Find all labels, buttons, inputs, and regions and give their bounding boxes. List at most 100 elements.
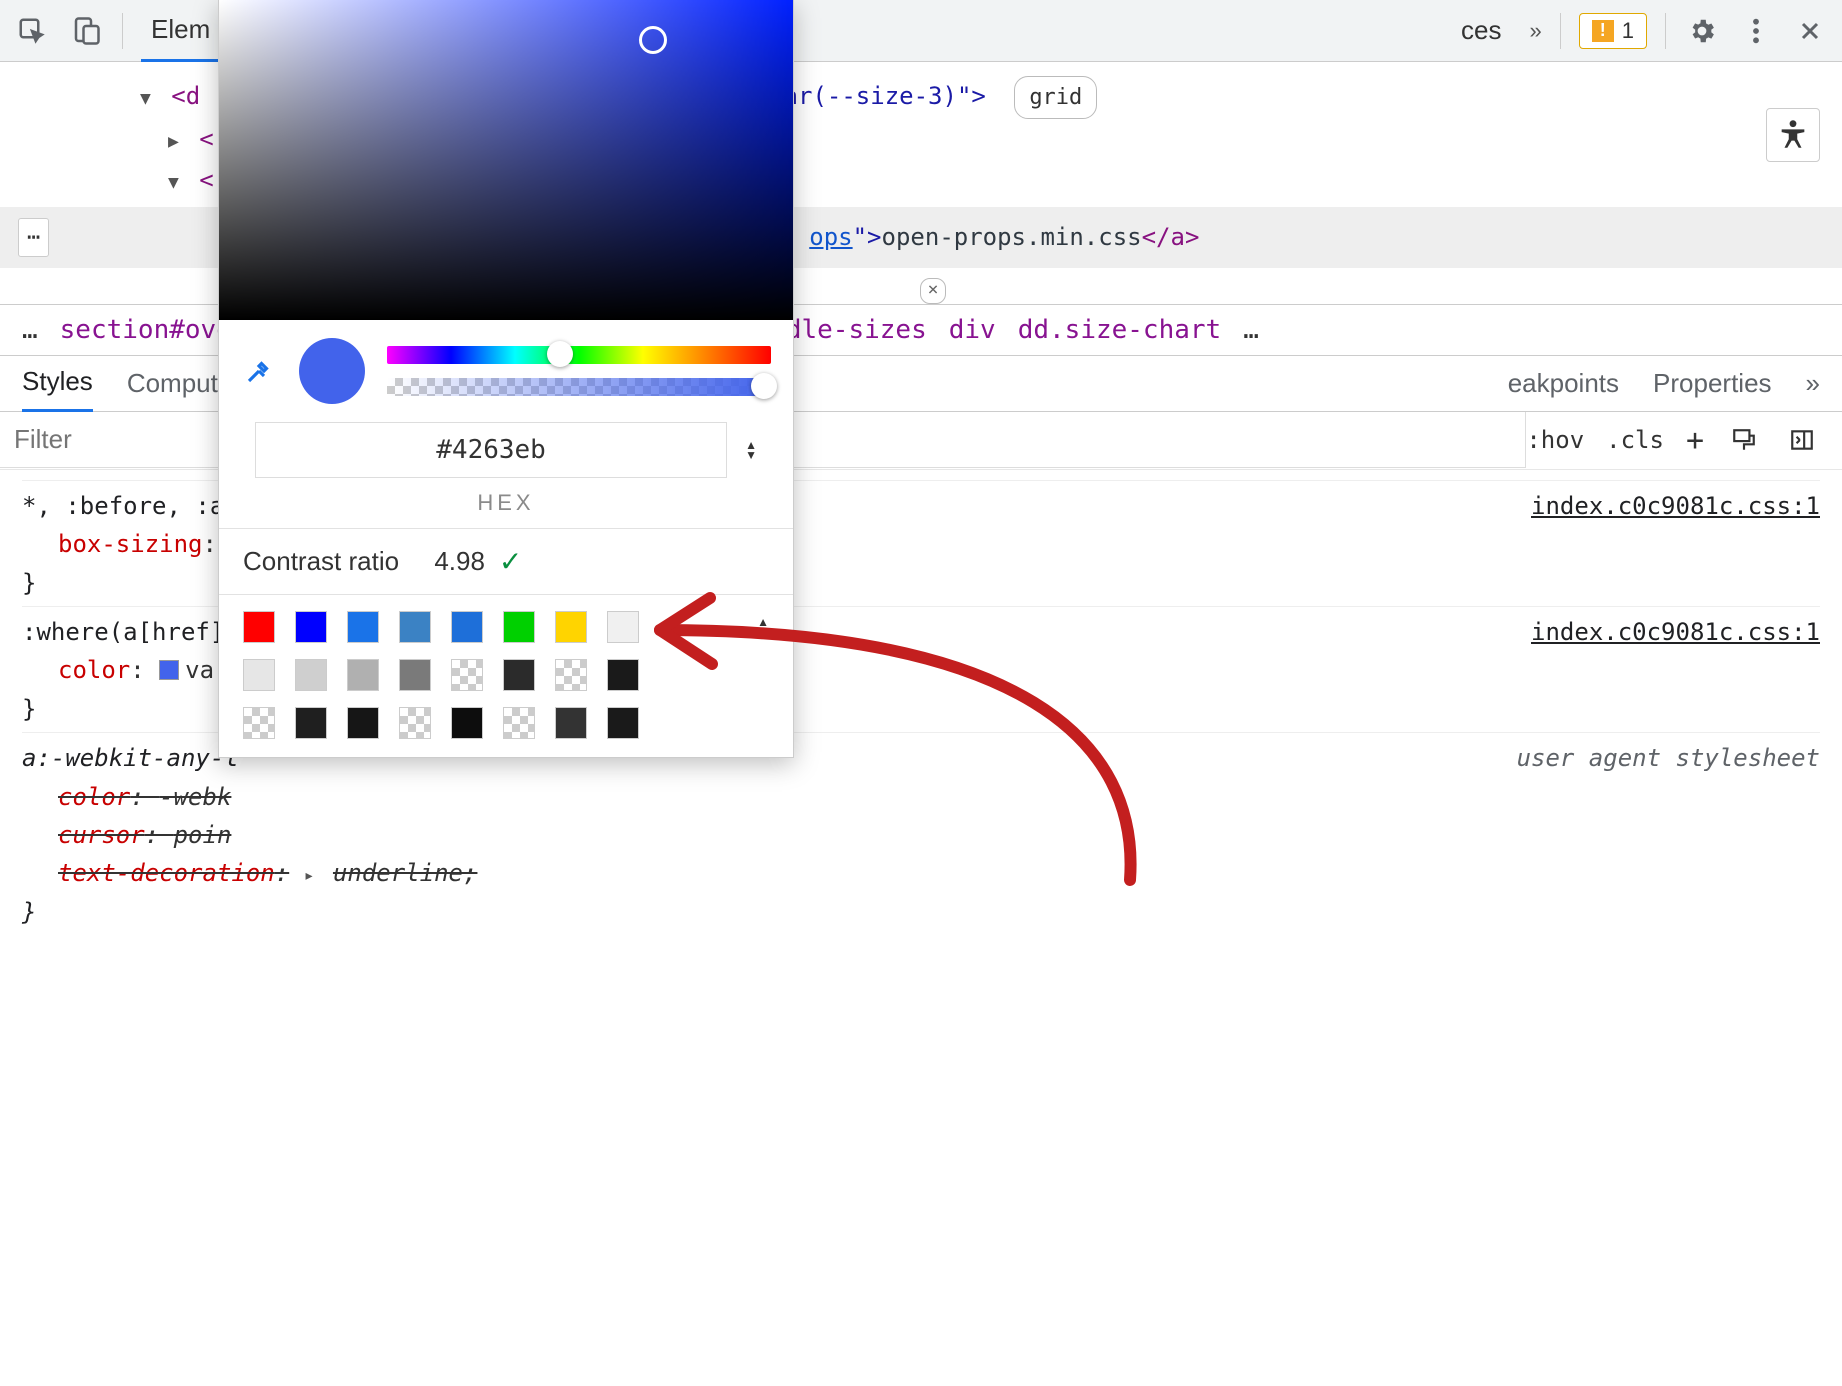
palette-swatch[interactable] [607, 659, 639, 691]
breadcrumb-item[interactable]: dle-sizes [786, 315, 927, 345]
css-property: color [58, 783, 130, 811]
source-link[interactable]: index.c0c9081c.css:1 [1531, 487, 1820, 525]
dom-tag-close: </a> [1142, 217, 1200, 258]
css-selector[interactable]: :where(a[href]) [22, 618, 239, 646]
expand-triangle-down-icon[interactable]: ▼ [168, 172, 179, 193]
css-property[interactable]: box-sizing [58, 530, 203, 558]
warning-icon: ! [1592, 20, 1614, 42]
kebab-menu-icon[interactable] [1738, 13, 1774, 49]
palette-swatch[interactable] [295, 659, 327, 691]
color-picker-popover: ▲▼ HEX Contrast ratio 4.98 ✓ ▲▼ [218, 0, 794, 758]
palette-swatch[interactable] [451, 611, 483, 643]
palette-swatch[interactable] [555, 707, 587, 739]
alpha-thumb[interactable] [751, 373, 777, 399]
palette-swatch[interactable] [607, 611, 639, 643]
palette-swatch[interactable] [451, 707, 483, 739]
css-property[interactable]: color [58, 656, 130, 684]
close-icon[interactable] [1792, 13, 1828, 49]
saturation-cursor[interactable] [639, 26, 667, 54]
dom-node[interactable]: < [199, 125, 213, 153]
expand-triangle-down-icon[interactable]: ▼ [140, 88, 151, 109]
more-tabs-chevron[interactable]: » [1530, 18, 1542, 44]
hue-slider[interactable] [387, 346, 771, 364]
format-spinner[interactable]: ▲▼ [745, 440, 757, 460]
color-swatch[interactable] [159, 660, 179, 680]
css-property: cursor [58, 821, 145, 849]
source-link[interactable]: index.c0c9081c.css:1 [1531, 613, 1820, 651]
dom-attr-link[interactable]: ops [809, 217, 852, 258]
css-rule-ua[interactable]: user agent stylesheet a:-webkit-any-l co… [22, 732, 1820, 931]
color-format-label: HEX [219, 490, 793, 528]
palette-swatch[interactable] [607, 707, 639, 739]
palette-swatch[interactable] [503, 611, 535, 643]
dom-node[interactable]: < [199, 166, 213, 194]
tab-styles[interactable]: Styles [22, 354, 93, 412]
css-selector[interactable]: a:-webkit-any-l [22, 744, 239, 772]
palette-row: ▲▼ [243, 611, 769, 643]
tab-computed[interactable]: Comput [127, 356, 218, 411]
hex-input[interactable] [255, 422, 727, 478]
palette-swatch[interactable] [399, 659, 431, 691]
palette-swatch[interactable] [555, 611, 587, 643]
palette-swatch[interactable] [399, 611, 431, 643]
breadcrumb-more-right[interactable]: … [1243, 315, 1259, 345]
expand-triangle-right-icon[interactable]: ▶ [168, 131, 179, 152]
palette-swatch[interactable] [503, 659, 535, 691]
accessibility-icon[interactable] [1766, 108, 1820, 162]
dom-node[interactable]: <d [171, 82, 200, 110]
breadcrumb-item[interactable]: dd.size-chart [1018, 315, 1222, 345]
palette-swatch[interactable] [399, 707, 431, 739]
toolbar-divider [1665, 13, 1666, 49]
toolbar-divider [1560, 13, 1561, 49]
breadcrumb-item[interactable]: section#ove [60, 315, 232, 345]
hov-toggle[interactable]: :hov [1526, 426, 1584, 454]
palette-swatch[interactable] [243, 707, 275, 739]
palette-row [243, 707, 769, 739]
dom-text: "> [853, 217, 882, 258]
eyedropper-icon[interactable] [241, 353, 277, 389]
inspect-icon[interactable] [14, 13, 50, 49]
tab-sources-partial[interactable]: ces [1451, 1, 1511, 60]
dom-attr-value: var(--size-3)"> [769, 82, 986, 110]
hue-thumb[interactable] [547, 341, 573, 367]
palette-swatch[interactable] [295, 611, 327, 643]
palette-swatch[interactable] [347, 707, 379, 739]
palette-swatch[interactable] [451, 659, 483, 691]
css-close-brace: } [22, 569, 36, 597]
palette-swatch[interactable] [347, 611, 379, 643]
device-toggle-icon[interactable] [68, 13, 104, 49]
issues-badge[interactable]: ! 1 [1579, 13, 1647, 49]
palette-swatch[interactable] [295, 707, 327, 739]
toolbar-divider [122, 13, 123, 49]
tab-properties[interactable]: Properties [1653, 356, 1772, 411]
contrast-label: Contrast ratio [243, 546, 399, 577]
ua-stylesheet-label: user agent stylesheet [1517, 739, 1820, 777]
saturation-field[interactable] [219, 0, 793, 320]
palette-swatch[interactable] [243, 611, 275, 643]
panel-toggle-icon[interactable] [1784, 422, 1820, 458]
check-icon: ✓ [499, 545, 522, 578]
css-close-brace: } [22, 695, 36, 723]
palette-spinner[interactable]: ▲▼ [757, 617, 769, 637]
cls-toggle[interactable]: .cls [1606, 426, 1664, 454]
css-selector[interactable]: *, :before, :af [22, 492, 239, 520]
grid-badge[interactable]: grid [1014, 76, 1097, 119]
contrast-ratio-row[interactable]: Contrast ratio 4.98 ✓ [219, 529, 793, 594]
tab-elements[interactable]: Elem [141, 0, 220, 62]
gear-icon[interactable] [1684, 13, 1720, 49]
new-style-rule-button[interactable]: + [1686, 423, 1704, 458]
palette-swatch[interactable] [347, 659, 379, 691]
tab-breakpoints[interactable]: eakpoints [1508, 356, 1619, 411]
breadcrumb-more-left[interactable]: … [22, 315, 38, 345]
alpha-slider[interactable] [387, 378, 771, 396]
palette-swatch[interactable] [243, 659, 275, 691]
palette-swatch[interactable] [503, 707, 535, 739]
palette-swatch[interactable] [555, 659, 587, 691]
paint-icon[interactable] [1726, 422, 1762, 458]
more-subtabs-chevron[interactable]: » [1806, 356, 1820, 411]
contrast-value: 4.98 [434, 546, 485, 577]
expand-ellipsis[interactable]: ⋯ [18, 218, 49, 257]
remove-pill-icon[interactable]: × [920, 278, 946, 304]
issues-count: 1 [1622, 18, 1634, 44]
breadcrumb-item[interactable]: div [949, 315, 996, 345]
